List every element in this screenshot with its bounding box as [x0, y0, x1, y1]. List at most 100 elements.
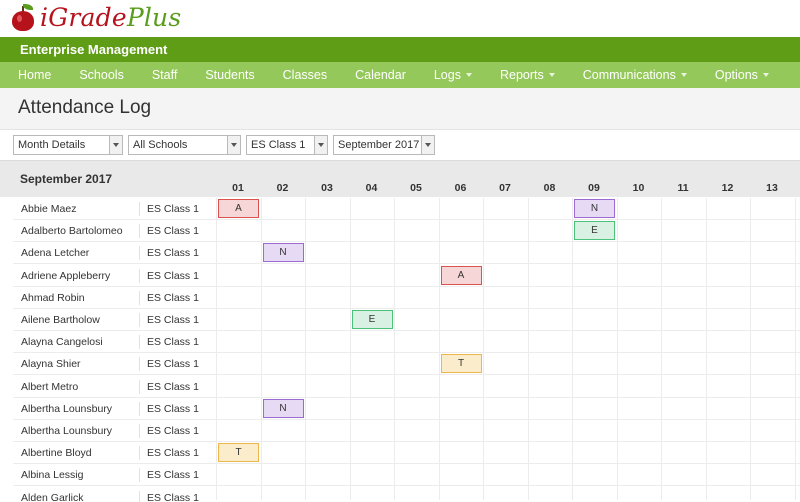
class-select[interactable]: ES Class 1: [246, 135, 328, 155]
student-class: ES Class 1: [147, 336, 199, 349]
nav-item-label: Students: [205, 68, 255, 82]
student-class: ES Class 1: [147, 491, 199, 502]
student-name[interactable]: Alayna Shier: [21, 358, 81, 370]
attendance-mark[interactable]: E: [574, 221, 615, 241]
student-name[interactable]: Albertine Bloyd: [21, 447, 92, 459]
column-divider: [139, 446, 140, 461]
attendance-mark[interactable]: E: [351, 310, 393, 329]
nav-item-label: Options: [714, 68, 758, 82]
nav-item-label: Schools: [79, 68, 124, 82]
day-header: 07: [499, 182, 511, 194]
student-name[interactable]: Abbie Maez: [21, 203, 76, 215]
grid-header: September 2017 01 02 03 04 05 06 07 08 09 10 11 12 1…: [0, 160, 800, 197]
attendance-mark[interactable]: N: [262, 398, 304, 418]
day-header: 01: [232, 182, 244, 194]
nav-item-calendar[interactable]: Calendar: [355, 68, 406, 82]
column-divider: [139, 202, 140, 216]
student-name[interactable]: Albertha Lounsbury: [21, 403, 112, 415]
student-class: ES Class 1: [147, 425, 199, 437]
attendance-mark[interactable]: N: [574, 199, 615, 218]
table-row: Alayna Shier ES Class 1 T: [13, 353, 800, 376]
attendance-mark[interactable]: A: [218, 199, 259, 218]
table-row: Albert Metro ES Class 1: [13, 376, 800, 398]
table-row: Albertha Lounsbury ES Class 1 N: [13, 398, 800, 420]
column-divider: [139, 224, 140, 239]
month-select[interactable]: September 2017: [333, 135, 435, 155]
column-divider: [139, 313, 140, 327]
student-name[interactable]: Albina Lessig: [21, 469, 83, 481]
student-name[interactable]: Adriene Appleberry: [21, 270, 110, 282]
section-header: Enterprise Management: [0, 37, 800, 62]
igradeplus-logo[interactable]: iGradePlus: [10, 3, 181, 32]
attendance-mark[interactable]: T: [440, 354, 482, 374]
caret-down-icon: [680, 73, 687, 77]
attendance-mark[interactable]: T: [218, 443, 259, 463]
day-header: 13: [766, 182, 778, 194]
nav-item-schools[interactable]: Schools: [79, 68, 123, 82]
column-divider: [139, 379, 140, 394]
school-select-value: All Schools: [133, 139, 188, 151]
column-divider: [139, 290, 140, 305]
page-title: Attendance Log: [18, 97, 152, 118]
nav-item-label: Calendar: [355, 68, 406, 82]
day-header: 12: [721, 182, 734, 194]
student-name[interactable]: Albertha Lounsbury: [21, 425, 112, 437]
day-header: 09: [588, 182, 600, 194]
month-select-value: September 2017: [338, 139, 420, 151]
student-name[interactable]: Adalberto Bartolomeo: [21, 225, 123, 237]
attendance-mark[interactable]: N: [262, 243, 304, 263]
main-nav: Home Schools Staff Students Classes Calendar L…: [0, 62, 800, 88]
chevron-down-icon: [421, 136, 434, 154]
day-header: 11: [677, 182, 689, 194]
nav-item-label: Reports: [499, 68, 544, 82]
student-class: ES Class 1: [147, 203, 199, 215]
nav-item-communications[interactable]: Communications: [583, 68, 687, 82]
school-select[interactable]: All Schools: [128, 135, 241, 155]
day-header: 08: [543, 182, 556, 194]
student-class: ES Class 1: [147, 247, 199, 260]
view-select[interactable]: Month Details: [13, 135, 123, 155]
nav-item-label: Classes: [282, 68, 328, 82]
caret-down-icon: [548, 73, 555, 77]
student-class: ES Class 1: [147, 469, 199, 482]
table-row: Adriene Appleberry ES Class 1 A: [13, 265, 800, 287]
attendance-grid: September 2017 01 02 03 04 05 06 07 08 09 10 11 12 1…: [0, 160, 800, 502]
column-divider: [139, 246, 140, 261]
nav-item-classes[interactable]: Classes: [283, 68, 327, 82]
attendance-mark[interactable]: A: [440, 265, 482, 285]
caret-down-icon: [465, 73, 472, 77]
table-row: Adalberto Bartolomeo ES Class 1 E: [13, 220, 800, 243]
nav-item-options[interactable]: Options: [715, 68, 769, 82]
student-name[interactable]: Adena Letcher: [21, 247, 89, 259]
table-row: Ahmad Robin ES Class 1: [13, 287, 800, 309]
table-row: Ailene Bartholow ES Class 1 E: [13, 309, 800, 331]
logo-text: iGradePlus: [40, 3, 181, 32]
table-row: Adena Letcher ES Class 1 N: [13, 242, 800, 265]
student-class: ES Class 1: [147, 447, 199, 460]
table-row: Albertine Bloyd ES Class 1 T: [13, 442, 800, 465]
nav-item-staff[interactable]: Staff: [152, 68, 177, 82]
column-divider: [139, 424, 140, 438]
day-header: 10: [632, 182, 645, 194]
month-label: September 2017: [20, 172, 113, 186]
day-header: 04: [365, 182, 378, 194]
nav-item-students[interactable]: Students: [205, 68, 254, 82]
nav-item-home[interactable]: Home: [18, 68, 51, 82]
student-class: ES Class 1: [147, 402, 199, 415]
column-divider: [139, 468, 140, 483]
student-name[interactable]: Alayna Cangelosi: [21, 336, 103, 348]
nav-item-logs[interactable]: Logs: [434, 68, 472, 82]
apple-icon: [10, 3, 36, 32]
student-name[interactable]: Ailene Bartholow: [21, 314, 100, 326]
day-header: 03: [321, 182, 333, 194]
student-name[interactable]: Albert Metro: [21, 381, 78, 393]
column-divider: [139, 357, 140, 372]
student-class: ES Class 1: [147, 269, 199, 282]
column-divider: [139, 401, 140, 416]
table-row: Abbie Maez ES Class 1 A N: [13, 198, 800, 220]
student-class: ES Class 1: [147, 291, 199, 304]
student-class: ES Class 1: [147, 225, 199, 238]
nav-item-reports[interactable]: Reports: [500, 68, 555, 82]
student-name[interactable]: Ahmad Robin: [21, 292, 85, 304]
student-name[interactable]: Alden Garlick: [21, 492, 83, 502]
